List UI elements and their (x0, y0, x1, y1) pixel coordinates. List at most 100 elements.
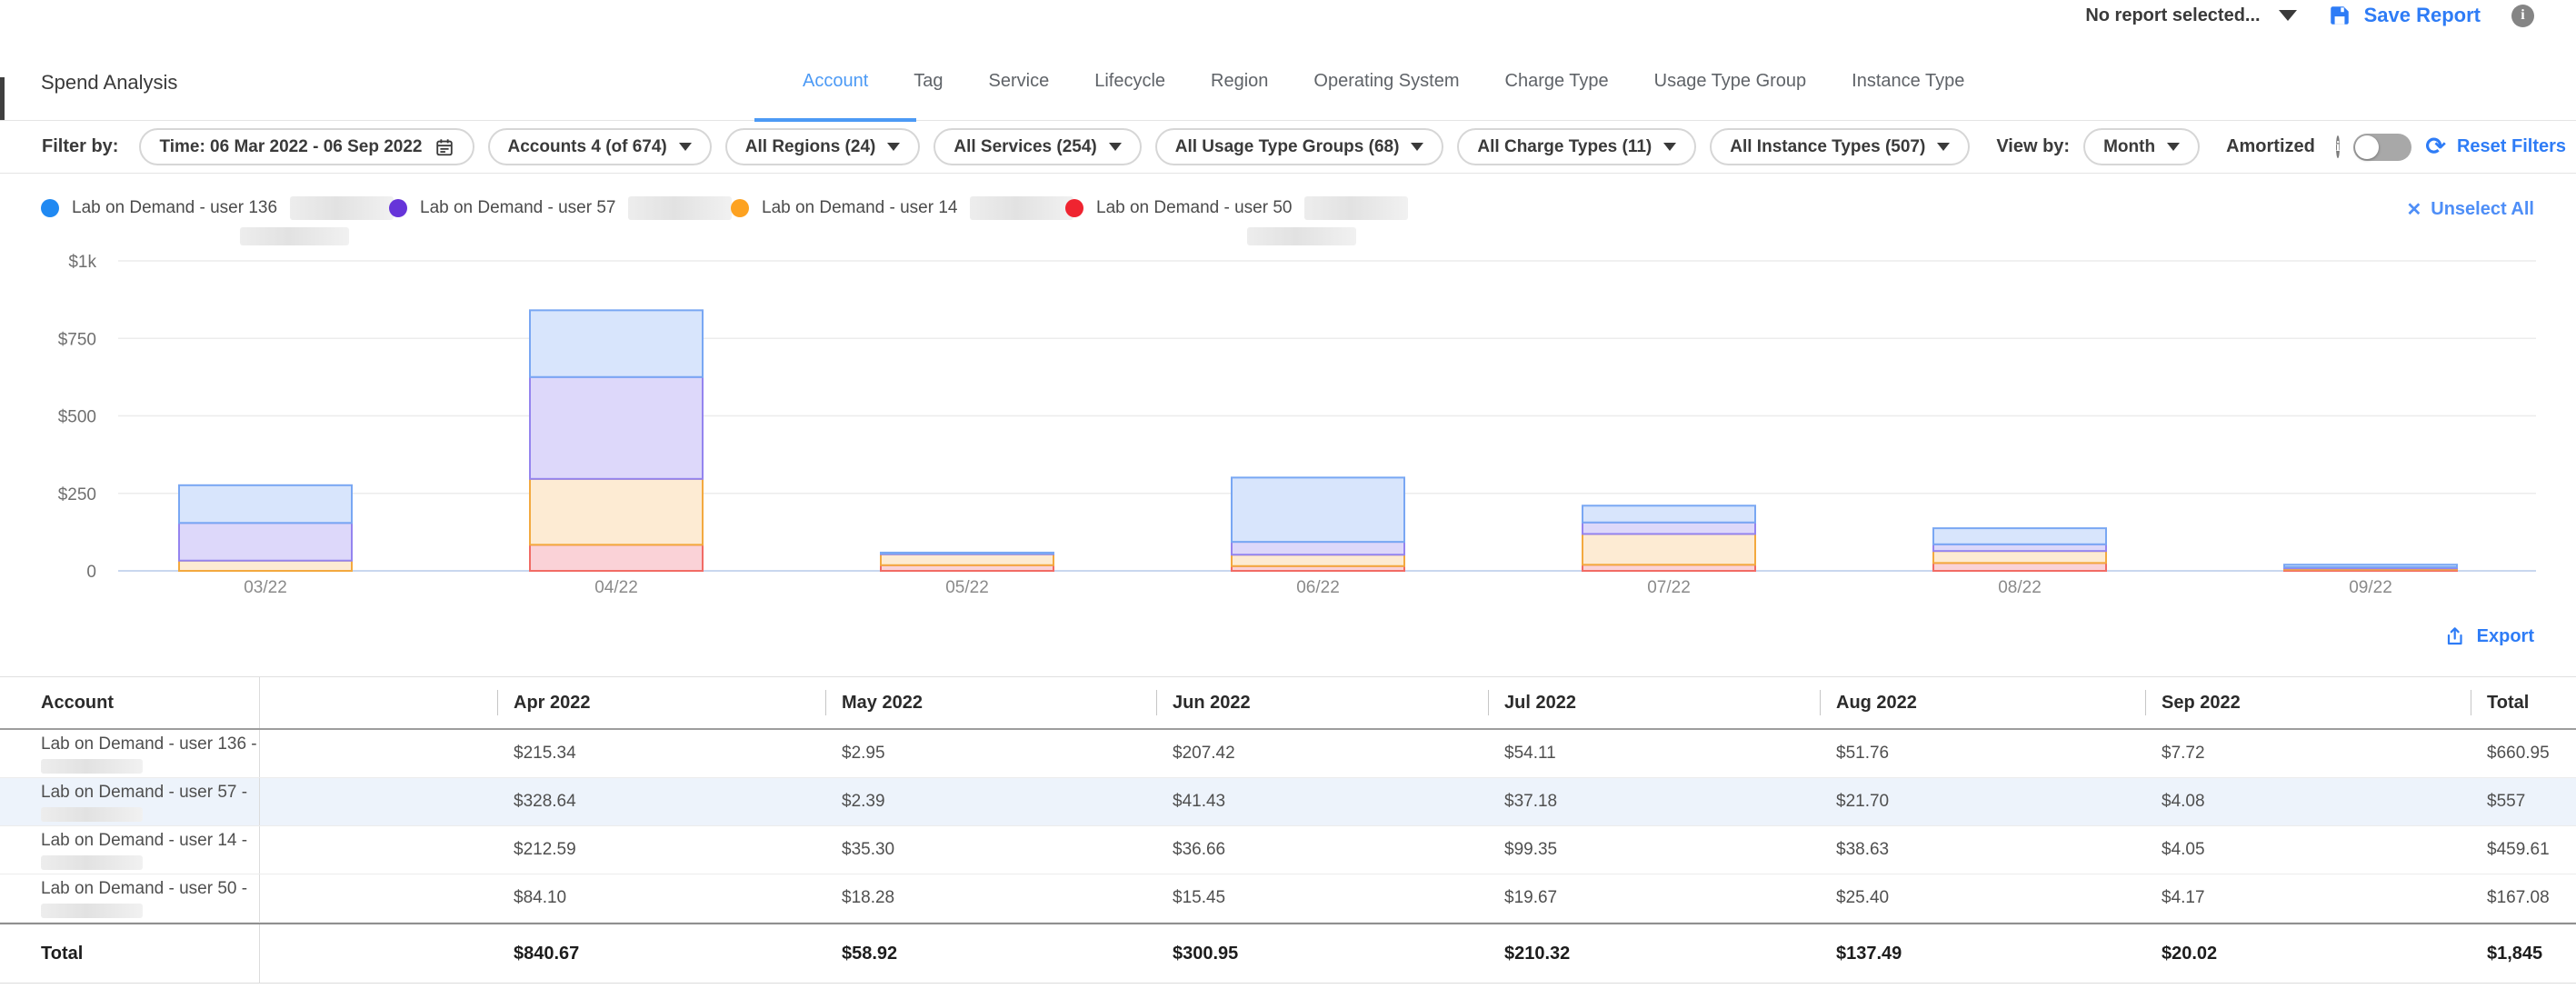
services-filter[interactable]: All Services (254) (934, 128, 1141, 165)
table-row: Lab on Demand - user 50 -$84.10$18.28$15… (0, 874, 2576, 923)
instance-types-filter[interactable]: All Instance Types (507) (1710, 128, 1970, 165)
reset-filters-button[interactable]: ⟳ Reset Filters (2425, 136, 2566, 157)
y-axis-tick: $250 (58, 485, 96, 504)
tab-instance-type[interactable]: Instance Type (1829, 71, 1987, 121)
value-cell: $215.34 (497, 730, 825, 777)
refresh-icon: ⟳ (2425, 138, 2446, 156)
table-header-row: AccountApr 2022May 2022Jun 2022Jul 2022A… (0, 676, 2576, 730)
time-filter-label: Time: 06 Mar 2022 - 06 Sep 2022 (159, 137, 422, 157)
total-value-cell: $300.95 (1156, 924, 1488, 983)
tab-charge-type[interactable]: Charge Type (1483, 71, 1632, 121)
bar-segment[interactable] (1583, 564, 1755, 571)
services-filter-label: All Services (254) (954, 137, 1096, 157)
bar-segment[interactable] (1583, 505, 1755, 522)
bar-segment[interactable] (179, 485, 352, 523)
regions-filter[interactable]: All Regions (24) (725, 128, 921, 165)
y-axis-tick: $1k (68, 253, 96, 272)
save-report-button[interactable]: Save Report (2328, 4, 2481, 27)
value-cell: $660.95 (2471, 730, 2576, 777)
amortized-toggle[interactable] (2353, 134, 2411, 161)
chevron-down-icon (2279, 10, 2297, 21)
column-header: Apr 2022 (497, 677, 825, 728)
view-by-label: View by: (1996, 136, 2070, 157)
x-axis-tick: 05/22 (945, 578, 989, 597)
bar-segment[interactable] (179, 523, 352, 560)
close-icon: ✕ (2406, 198, 2421, 221)
value-cell: $41.43 (1156, 778, 1488, 825)
tab-usage-type-group[interactable]: Usage Type Group (1632, 71, 1830, 121)
bar-segment[interactable] (881, 553, 1053, 554)
unselect-all-button[interactable]: ✕ Unselect All (2406, 198, 2534, 221)
bar-segment[interactable] (1232, 542, 1404, 554)
filter-by-label: Filter by: (42, 136, 118, 157)
report-selector[interactable]: No report selected... (2085, 5, 2296, 26)
column-header: Aug 2022 (1820, 677, 2145, 728)
bar-segment[interactable] (1583, 523, 1755, 534)
column-header: May 2022 (825, 677, 1156, 728)
time-filter[interactable]: Time: 06 Mar 2022 - 06 Sep 2022 (139, 128, 474, 165)
chevron-down-icon (2167, 143, 2180, 151)
bar-segment[interactable] (1232, 554, 1404, 566)
bar-segment[interactable] (1933, 528, 2106, 544)
value-cell: $4.05 (2145, 826, 2471, 874)
value-cell: $99.35 (1488, 826, 1820, 874)
bar-segment[interactable] (1232, 477, 1404, 542)
value-cell (260, 730, 497, 777)
account-cell: Lab on Demand - user 50 - (0, 874, 260, 922)
x-axis-tick: 09/22 (2349, 578, 2392, 597)
info-icon[interactable]: i (2511, 5, 2534, 27)
value-cell (260, 778, 497, 825)
bar-segment[interactable] (2284, 564, 2457, 567)
legend-dot-icon (41, 199, 59, 217)
account-name: Lab on Demand - user 136 - (41, 734, 257, 754)
usage-type-groups-filter-label: All Usage Type Groups (68) (1175, 137, 1400, 157)
spend-stacked-bar-chart: $1k$750$500$250003/2204/2205/2206/2207/2… (0, 236, 2576, 611)
tab-tag[interactable]: Tag (891, 71, 965, 121)
table-row: Lab on Demand - user 14 -$212.59$35.30$3… (0, 826, 2576, 874)
bar-segment[interactable] (179, 561, 352, 571)
value-cell: $19.67 (1488, 874, 1820, 922)
bar-segment[interactable] (530, 377, 703, 479)
legend-item[interactable]: Lab on Demand - user 57 (389, 196, 732, 220)
calendar-icon (434, 137, 454, 157)
export-label: Export (2477, 626, 2534, 647)
bar-segment[interactable] (1933, 563, 2106, 571)
total-label: Total (0, 924, 260, 983)
accounts-filter[interactable]: Accounts 4 (of 674) (488, 128, 712, 165)
column-header: Account (0, 677, 260, 728)
bar-segment[interactable] (530, 544, 703, 571)
tab-region[interactable]: Region (1188, 71, 1291, 121)
account-name: Lab on Demand - user 50 - (41, 879, 247, 899)
bar-segment[interactable] (1583, 534, 1755, 564)
tab-account[interactable]: Account (780, 71, 891, 121)
amortized-info-icon[interactable]: i (2336, 135, 2340, 158)
chevron-down-icon (1109, 143, 1122, 151)
spend-analysis-page: No report selected... Save Report i Spen… (0, 0, 2576, 989)
legend-item[interactable]: Lab on Demand - user 14 (731, 196, 1073, 220)
value-cell: $2.39 (825, 778, 1156, 825)
account-cell: Lab on Demand - user 136 - (0, 730, 260, 777)
bar-segment[interactable] (1933, 551, 2106, 563)
tab-service[interactable]: Service (966, 71, 1073, 121)
value-cell (260, 874, 497, 922)
usage-type-groups-filter[interactable]: All Usage Type Groups (68) (1155, 128, 1444, 165)
y-axis-tick: $750 (58, 330, 96, 349)
value-cell: $25.40 (1820, 874, 2145, 922)
legend-item[interactable]: Lab on Demand - user 50 (1065, 196, 1408, 220)
reset-filters-label: Reset Filters (2457, 136, 2566, 157)
tab-operating-system[interactable]: Operating System (1291, 71, 1482, 121)
tab-lifecycle[interactable]: Lifecycle (1072, 71, 1188, 121)
bar-segment[interactable] (881, 554, 1053, 565)
bar-segment[interactable] (1933, 544, 2106, 551)
chevron-down-icon (1937, 143, 1950, 151)
total-value-cell: $1,845 (2471, 924, 2576, 983)
charge-types-filter[interactable]: All Charge Types (11) (1457, 128, 1696, 165)
value-cell: $35.30 (825, 826, 1156, 874)
legend-dot-icon (1065, 199, 1083, 217)
bar-segment[interactable] (530, 310, 703, 376)
bar-segment[interactable] (530, 479, 703, 544)
export-button[interactable]: Export (2444, 625, 2534, 647)
legend-item[interactable]: Lab on Demand - user 136 (41, 196, 394, 220)
chevron-down-icon (679, 143, 692, 151)
view-by-select[interactable]: Month (2083, 128, 2200, 165)
